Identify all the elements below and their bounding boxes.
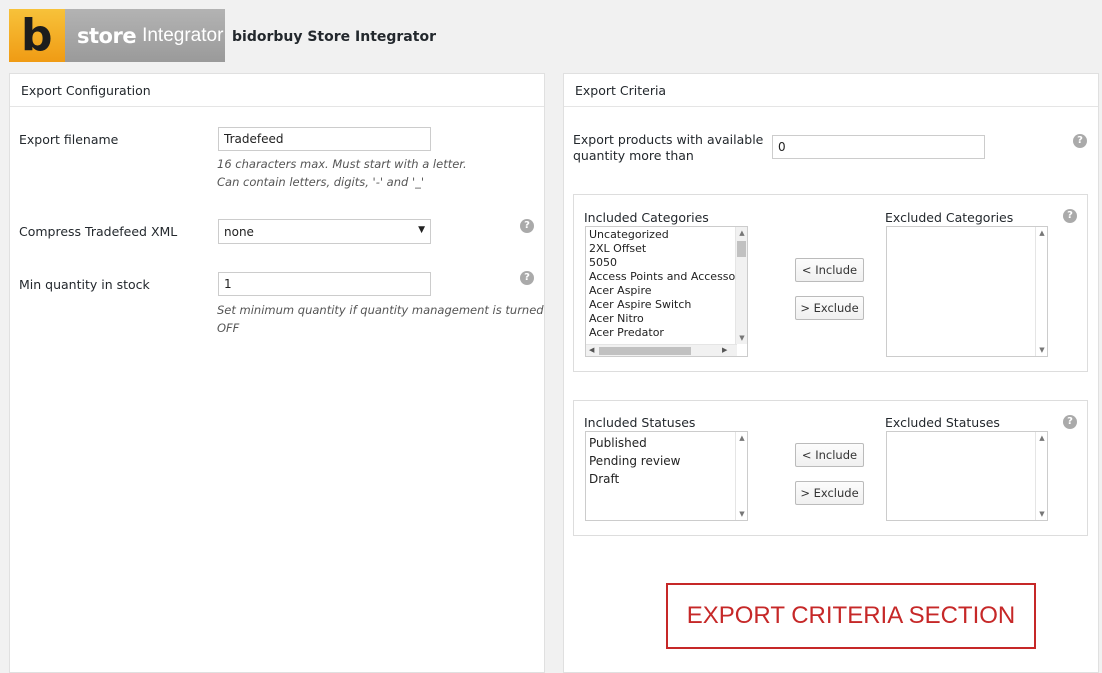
categories-help-icon[interactable]: ?	[1063, 209, 1077, 223]
list-item[interactable]: Published	[586, 434, 747, 452]
min-quantity-label: Min quantity in stock	[19, 277, 150, 292]
dropdown-arrow-icon: ▼	[418, 225, 425, 235]
compress-tradefeed-value: none	[224, 225, 254, 239]
include-status-button[interactable]: < Include	[795, 443, 864, 467]
available-quantity-input[interactable]	[772, 135, 985, 159]
export-filename-hint-2: Can contain letters, digits, '-' and '_'	[217, 175, 425, 189]
included-statuses-list[interactable]: Published Pending review Draft ▲ ▼	[585, 431, 748, 521]
list-item[interactable]: 2XL Offset	[586, 242, 747, 256]
compress-tradefeed-select[interactable]: none ▼	[218, 219, 431, 244]
scroll-up-icon[interactable]: ▲	[736, 434, 747, 442]
export-configuration-panel: Export Configuration Export filename 16 …	[9, 73, 545, 673]
available-quantity-label-1: Export products with available	[573, 132, 764, 147]
list-item[interactable]: Pending review	[586, 452, 747, 470]
included-statuses-label: Included Statuses	[584, 415, 696, 430]
list-item[interactable]: 5050	[586, 256, 747, 270]
min-quantity-hint-1: Set minimum quantity if quantity managem…	[217, 303, 544, 317]
export-criteria-annotation: EXPORT CRITERIA SECTION	[666, 583, 1036, 649]
list-item[interactable]: Uncategorized	[586, 228, 747, 242]
available-quantity-label-2: quantity more than	[573, 148, 694, 163]
excluded-statuses-list[interactable]: ▲ ▼	[886, 431, 1048, 521]
vertical-scrollbar[interactable]: ▲ ▼	[1035, 432, 1047, 520]
exclude-status-button[interactable]: > Exclude	[795, 481, 864, 505]
scroll-thumb[interactable]	[599, 347, 691, 355]
export-filename-hint-1: 16 characters max. Must start with a let…	[217, 157, 467, 171]
statuses-box: Included Statuses Published Pending revi…	[573, 400, 1088, 536]
list-item[interactable]: Acer Aspire Switch	[586, 298, 747, 312]
list-item[interactable]: Draft	[586, 470, 747, 488]
vertical-scrollbar[interactable]: ▲ ▼	[735, 227, 747, 344]
excluded-categories-list[interactable]: ▲ ▼	[886, 226, 1048, 357]
store-integrator-logo: b store Integrator	[9, 9, 225, 62]
list-item[interactable]: Acer Nitro	[586, 312, 747, 326]
vertical-scrollbar[interactable]: ▲ ▼	[1035, 227, 1047, 356]
scroll-down-icon[interactable]: ▼	[736, 334, 747, 342]
scroll-thumb[interactable]	[737, 241, 746, 257]
list-item[interactable]: Acer Aspire	[586, 284, 747, 298]
min-quantity-hint-2: OFF	[217, 321, 240, 335]
horizontal-scrollbar[interactable]: ◀ ▶	[586, 344, 737, 356]
include-category-button[interactable]: < Include	[795, 258, 864, 282]
compress-help-icon[interactable]: ?	[520, 219, 534, 233]
compress-tradefeed-label: Compress Tradefeed XML	[19, 224, 178, 239]
bidorbuy-logo-icon: b	[9, 9, 65, 62]
vertical-scrollbar[interactable]: ▲ ▼	[735, 432, 747, 520]
scroll-up-icon[interactable]: ▲	[1036, 229, 1047, 237]
scroll-down-icon[interactable]: ▼	[1036, 510, 1047, 518]
export-criteria-title: Export Criteria	[564, 74, 1098, 107]
scroll-up-icon[interactable]: ▲	[736, 229, 747, 237]
export-filename-input[interactable]	[218, 127, 431, 151]
scroll-right-icon[interactable]: ▶	[722, 346, 727, 354]
min-quantity-help-icon[interactable]: ?	[520, 271, 534, 285]
excluded-statuses-label: Excluded Statuses	[885, 415, 1000, 430]
available-quantity-help-icon[interactable]: ?	[1073, 134, 1087, 148]
categories-box: Included Categories Uncategorized 2XL Of…	[573, 194, 1088, 372]
list-item[interactable]: Access Points and Accessori	[586, 270, 747, 284]
included-categories-label: Included Categories	[584, 210, 709, 225]
included-categories-list[interactable]: Uncategorized 2XL Offset 5050 Access Poi…	[585, 226, 748, 357]
min-quantity-input[interactable]	[218, 272, 431, 296]
scroll-up-icon[interactable]: ▲	[1036, 434, 1047, 442]
list-item[interactable]: Acer Predator	[586, 326, 747, 340]
exclude-category-button[interactable]: > Exclude	[795, 296, 864, 320]
scroll-down-icon[interactable]: ▼	[736, 510, 747, 518]
excluded-categories-label: Excluded Categories	[885, 210, 1014, 225]
store-integrator-wordmark: store Integrator	[65, 9, 225, 62]
page-title: bidorbuy Store Integrator	[232, 29, 436, 45]
scroll-left-icon[interactable]: ◀	[589, 346, 594, 354]
scroll-down-icon[interactable]: ▼	[1036, 346, 1047, 354]
statuses-help-icon[interactable]: ?	[1063, 415, 1077, 429]
export-configuration-title: Export Configuration	[10, 74, 544, 107]
export-filename-label: Export filename	[19, 132, 119, 147]
